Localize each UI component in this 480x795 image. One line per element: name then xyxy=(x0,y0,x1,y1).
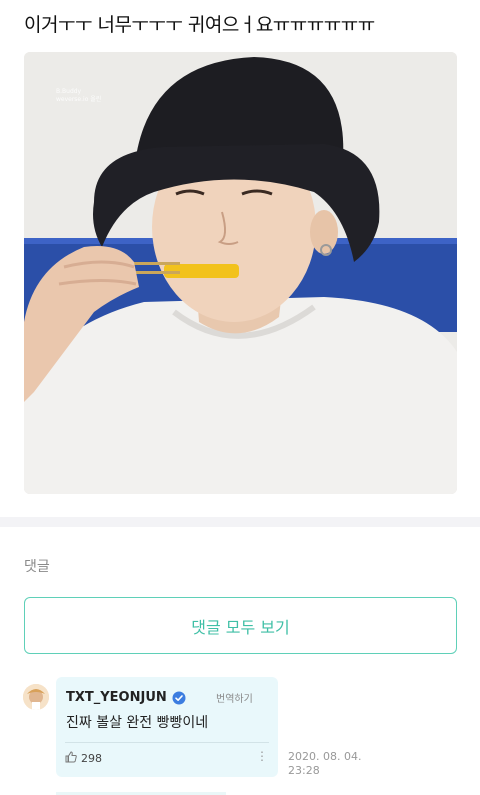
avatar[interactable] xyxy=(23,684,49,710)
thumbs-up-icon xyxy=(65,751,77,766)
post-photo xyxy=(24,52,457,494)
translate-button[interactable]: 번역하기 xyxy=(216,690,253,705)
comment-bubble: TXT_YEONJUN 번역하기 진짜 볼살 완전 빵빵이네 298 ⋮ xyxy=(56,677,278,777)
avatar-image xyxy=(23,684,49,710)
post-title: 이거ㅜㅜ 너무ㅜㅜㅜ 귀여으ㅓ요ㅠㅠㅠㅠㅠㅠ xyxy=(24,14,375,36)
image-watermark: B.Buddy weverse.io 올린 xyxy=(56,88,102,103)
comment-timestamp: 2020. 08. 04. 23:28 xyxy=(288,750,362,777)
section-divider xyxy=(0,517,480,527)
comment-text: 진짜 볼살 완전 빵빵이네 xyxy=(66,715,209,731)
comments-heading: 댓글 xyxy=(24,559,50,575)
verified-badge-icon xyxy=(172,691,186,705)
more-options-icon[interactable]: ⋮ xyxy=(256,749,268,763)
comment-divider xyxy=(65,742,269,743)
like-count: 298 xyxy=(81,752,102,765)
comment-author[interactable]: TXT_YEONJUN xyxy=(66,690,186,705)
view-all-comments-button[interactable]: 댓글 모두 보기 xyxy=(24,597,457,654)
like-button[interactable]: 298 xyxy=(65,751,102,766)
post-image[interactable]: B.Buddy weverse.io 올린 xyxy=(24,52,457,494)
